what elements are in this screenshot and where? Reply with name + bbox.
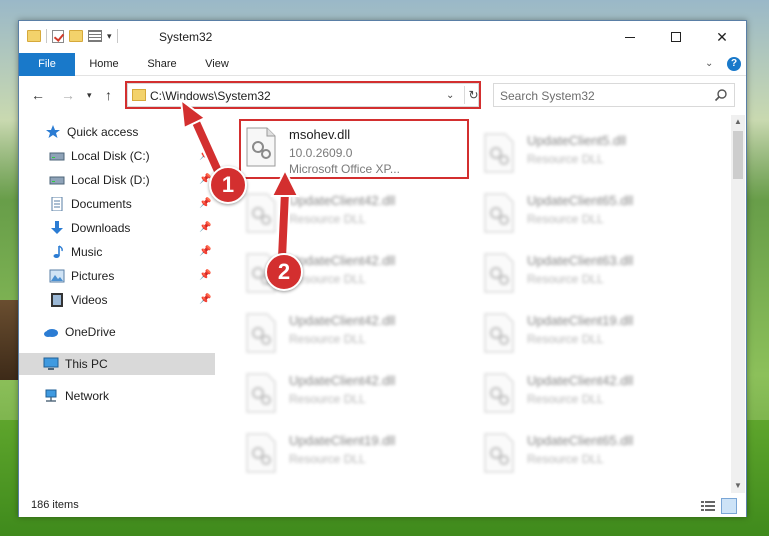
step-2-badge: 2 [265,253,303,291]
step-1-badge: 1 [209,166,247,204]
annotation-arrows [179,97,300,264]
